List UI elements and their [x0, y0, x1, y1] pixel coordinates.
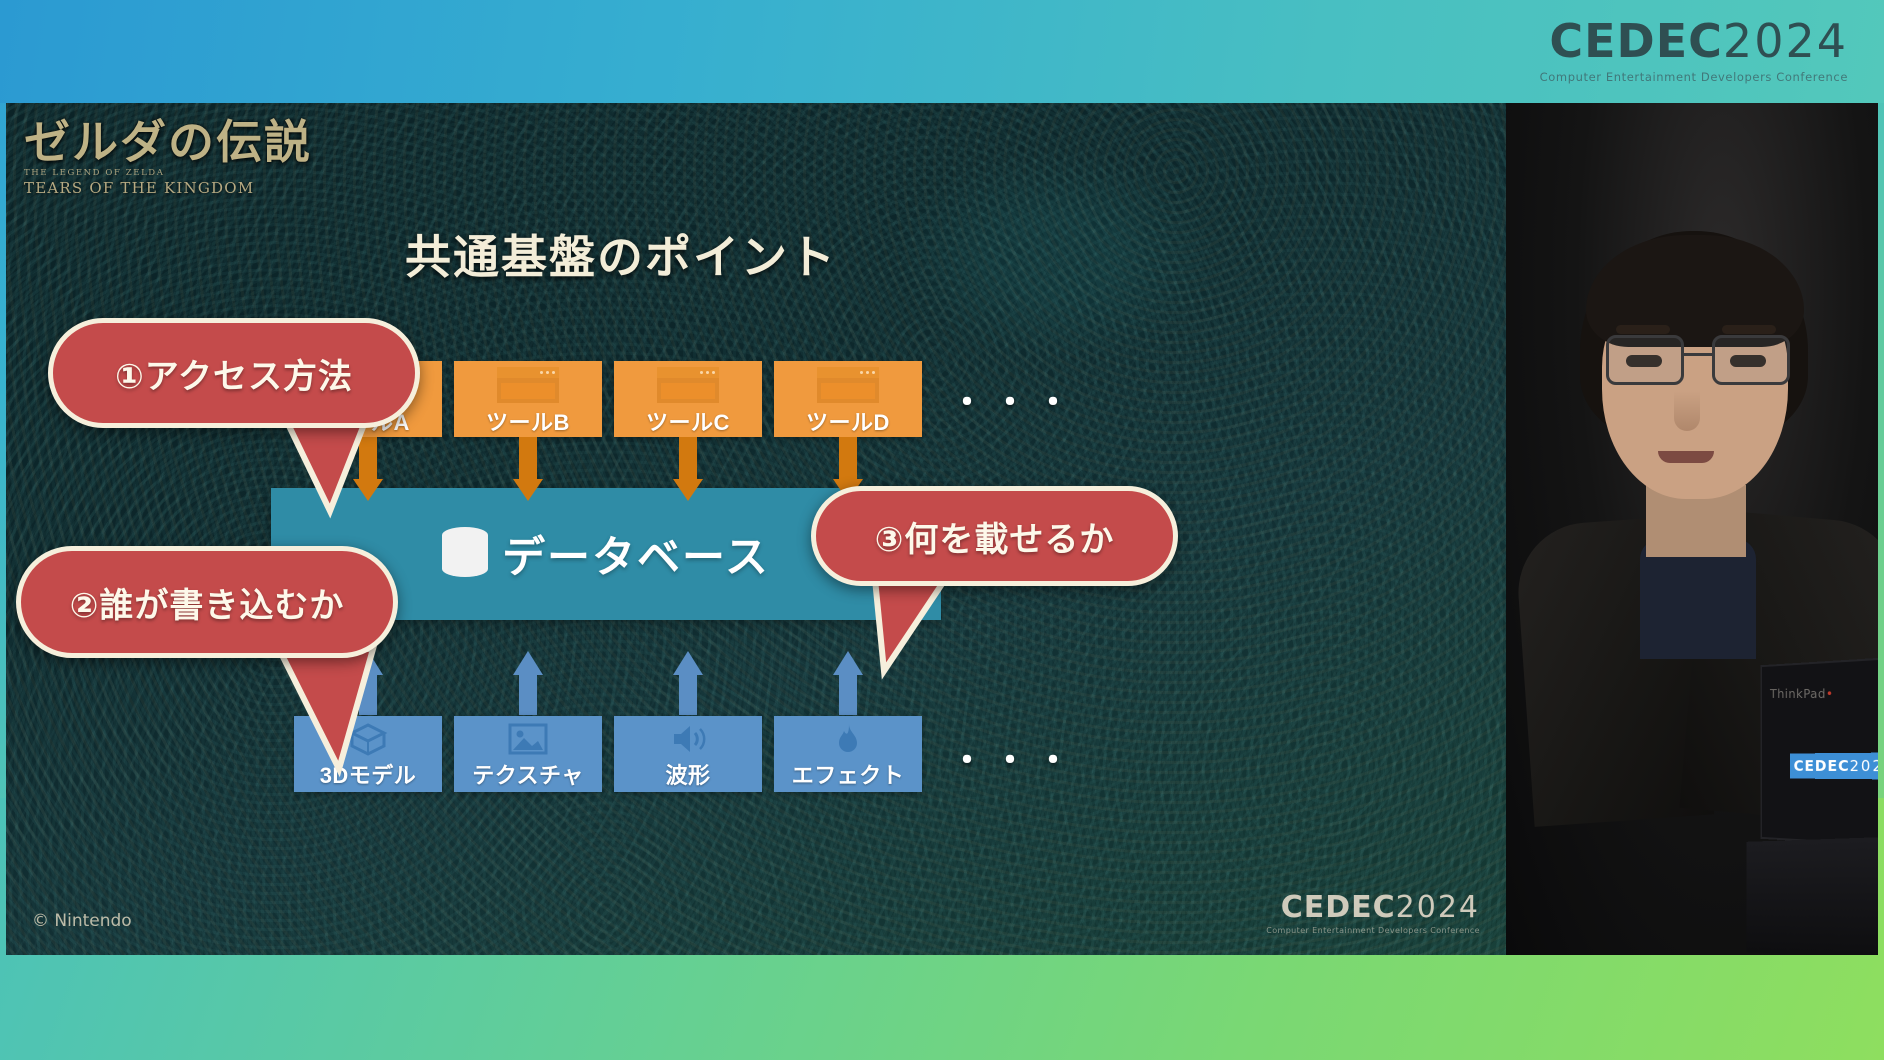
glasses-lens-left	[1606, 335, 1684, 385]
window-icon	[657, 367, 719, 403]
slide-title: 共通基盤のポイント	[405, 231, 837, 283]
zelda-logo-title: ゼルダの伝説	[24, 115, 312, 169]
cedec-logo-tagline: Computer Entertainment Developers Confer…	[1539, 70, 1848, 84]
laptop-brand-text: ThinkPad	[1769, 686, 1826, 702]
tool-box-b: ツールB	[454, 361, 602, 437]
presenter-shirt	[1640, 539, 1756, 659]
cedec-logo-slide-wordmark: CEDEC 2024	[1281, 890, 1480, 925]
tool-box-b-label: ツールB	[486, 410, 570, 435]
callout-access-method: ①アクセス方法	[48, 318, 420, 428]
screen-root: CEDEC 2024 Computer Entertainment Develo…	[0, 0, 1884, 1060]
cedec-logo-text: CEDEC	[1549, 14, 1723, 68]
nintendo-credit: © Nintendo	[32, 911, 132, 931]
flame-icon	[830, 721, 866, 757]
cedec-logo-year: 2024	[1722, 14, 1848, 68]
assets-ellipsis: ・・・	[950, 742, 1079, 780]
asset-box-texture: テクスチャ	[454, 716, 602, 792]
glasses-lens-right	[1712, 335, 1790, 385]
tool-box-c: ツールC	[614, 361, 762, 437]
zelda-logo-subtitle: TEARS OF THE KINGDOM	[24, 179, 255, 198]
arrow-up-asset-texture	[513, 651, 543, 715]
glasses-bridge	[1684, 353, 1712, 356]
asset-box-waveform: 波形	[614, 716, 762, 792]
cedec-slide-year: 2024	[1395, 890, 1480, 925]
database-icon	[442, 527, 489, 581]
callout-who-writes: ②誰が書き込むか	[16, 546, 398, 658]
cedec-logo-slide: CEDEC 2024 Computer Entertainment Develo…	[1266, 890, 1480, 935]
speaker-icon	[668, 721, 708, 757]
laptop-sticker-year: 2024	[1849, 756, 1878, 776]
top-brand-bar: CEDEC 2024 Computer Entertainment Develo…	[0, 0, 1884, 103]
cedec-slide-text: CEDEC	[1280, 890, 1396, 925]
cedec-slide-tagline: Computer Entertainment Developers Confer…	[1266, 926, 1480, 935]
window-icon	[817, 367, 879, 403]
image-icon	[507, 721, 549, 757]
callout-1-text: ①アクセス方法	[114, 357, 354, 396]
presenter-webcam-panel: ThinkPad• CEDEC 2024	[1506, 103, 1878, 955]
presentation-slide: ゼルダの伝説 THE LEGEND OF ZELDA TEARS OF THE …	[6, 103, 1506, 955]
laptop-base	[1746, 835, 1878, 955]
laptop-cedec-sticker: CEDEC 2024	[1790, 752, 1878, 780]
asset-box-effect: エフェクト	[774, 716, 922, 792]
glasses-icon	[1604, 335, 1792, 391]
presenter-mouth	[1658, 451, 1714, 463]
arrow-up-asset-waveform	[673, 651, 703, 715]
asset-box-texture-label: テクスチャ	[472, 763, 584, 788]
tool-box-c-label: ツールC	[646, 410, 730, 435]
asset-box-waveform-label: 波形	[665, 763, 711, 788]
arrow-down-tool-b	[513, 437, 543, 501]
cedec-logo-header: CEDEC 2024 Computer Entertainment Develo…	[1540, 14, 1848, 84]
laptop-brand-label: ThinkPad•	[1769, 686, 1834, 702]
callout-2-text: ②誰が書き込むか	[69, 586, 345, 625]
zelda-logo-subtitle-top: THE LEGEND OF ZELDA	[24, 168, 165, 179]
presenter-eyebrow-left	[1616, 325, 1670, 334]
presenter-eyebrow-right	[1722, 325, 1776, 334]
arrow-down-tool-c	[673, 437, 703, 501]
tools-ellipsis: ・・・	[950, 384, 1079, 422]
tool-box-d-label: ツールD	[806, 410, 890, 435]
tool-box-d: ツールD	[774, 361, 922, 437]
asset-box-effect-label: エフェクト	[791, 763, 905, 788]
laptop-sticker-wordmark: CEDEC 2024	[1794, 757, 1878, 776]
callout-3-text: ③何を載せるか	[874, 520, 1115, 559]
presenter-nose	[1674, 391, 1700, 431]
zelda-totk-logo: ゼルダの伝説 THE LEGEND OF ZELDA TEARS OF THE …	[24, 115, 312, 228]
window-icon	[497, 367, 559, 403]
laptop-sticker-cedec: CEDEC	[1793, 756, 1850, 776]
database-label: データベース	[502, 534, 770, 582]
callout-2-tail	[261, 643, 391, 783]
cedec-logo-wordmark: CEDEC 2024	[1549, 14, 1848, 68]
callout-what-to-store: ③何を載せるか	[811, 486, 1178, 586]
